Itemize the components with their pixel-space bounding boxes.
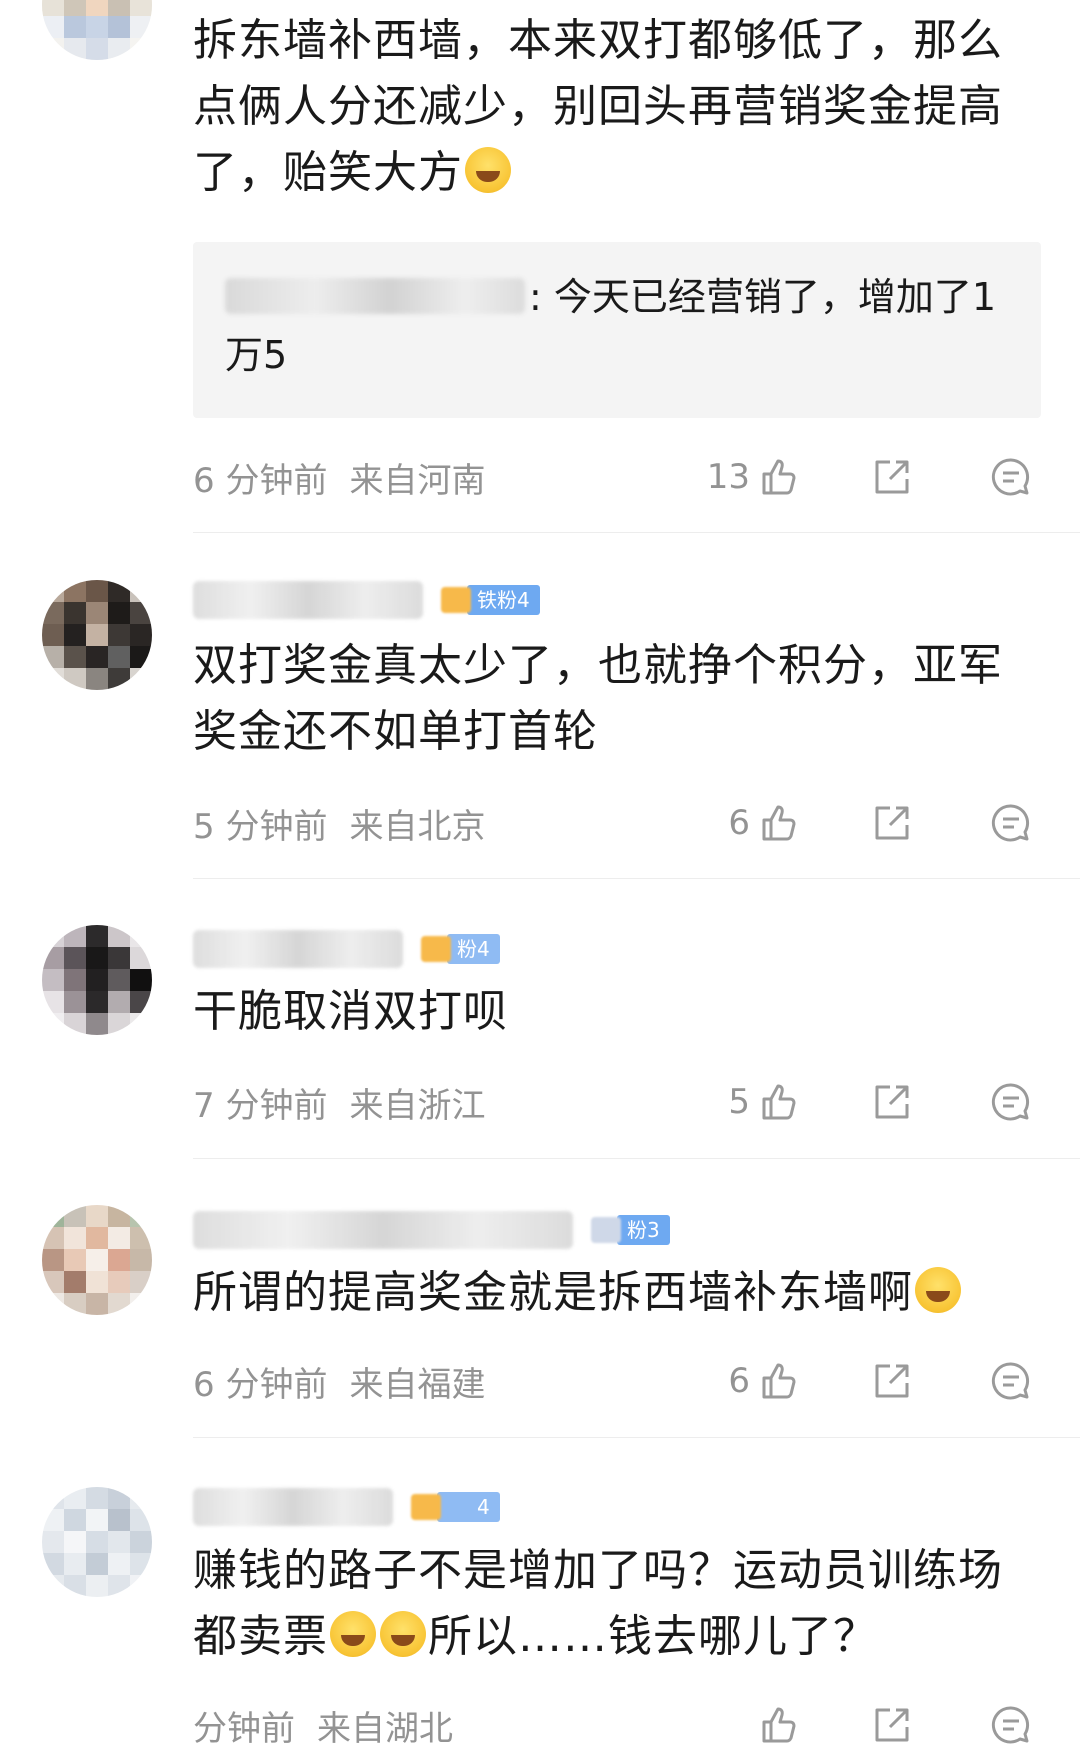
crown-icon xyxy=(591,1217,621,1243)
divider xyxy=(193,1158,1080,1159)
share-icon[interactable] xyxy=(870,1359,914,1403)
thumbs-up-icon[interactable] xyxy=(756,1703,800,1747)
comment-icon[interactable] xyxy=(989,1080,1033,1124)
avatar[interactable] xyxy=(42,0,152,60)
divider xyxy=(193,1437,1080,1438)
comment-actions: 5 xyxy=(728,1077,1033,1127)
comment-location: 来自浙江 xyxy=(349,1085,486,1126)
avatar[interactable] xyxy=(42,1205,152,1315)
reply-box[interactable]: : 今天已经营销了，增加了1万5 xyxy=(193,242,1041,418)
fan-badge-label: 粉4 xyxy=(447,934,500,964)
thumbs-up-icon[interactable] xyxy=(756,1359,800,1403)
reply-username[interactable] xyxy=(225,278,525,314)
fan-badge: 4 xyxy=(411,1492,500,1522)
tears-of-joy-face-icon xyxy=(330,1611,376,1657)
comment-time: 5 分钟前 xyxy=(193,806,328,847)
divider xyxy=(193,532,1080,533)
share-icon[interactable] xyxy=(870,1080,914,1124)
comment-text: 赚钱的路子不是增加了吗？运动员训练场都卖票 所以……钱去哪儿了？ xyxy=(193,1545,1003,1662)
fan-badge-label: 粉3 xyxy=(617,1215,670,1245)
comment-text: 干脆取消双打呗 xyxy=(193,986,508,1037)
fan-badge: 粉4 xyxy=(421,934,500,964)
comment-meta: 分钟前 来自湖北 xyxy=(193,1700,1033,1750)
username[interactable] xyxy=(193,1488,393,1526)
comment-meta: 7 分钟前 来自浙江 5 xyxy=(193,1077,1033,1127)
thumbs-up-icon[interactable] xyxy=(756,1080,800,1124)
username[interactable] xyxy=(193,930,403,968)
thumbs-up-icon[interactable] xyxy=(756,455,800,499)
comment-text: 拆东墙补西墙，本来双打都够低了，那么点俩人分还减少，别回头再营销奖金提高了，贻笑… xyxy=(193,15,1003,198)
username[interactable] xyxy=(193,581,423,619)
username-row: 粉4 xyxy=(193,926,500,972)
grimace-face-icon xyxy=(465,147,511,193)
tears-of-joy-face-icon xyxy=(915,1267,961,1313)
comment-meta: 6 分钟前 来自河南 13 xyxy=(193,452,1033,502)
comment-time: 6 分钟前 xyxy=(193,460,328,501)
comment-location: 来自福建 xyxy=(349,1364,486,1405)
comment-meta: 6 分钟前 来自福建 6 xyxy=(193,1356,1033,1406)
comment-icon[interactable] xyxy=(989,455,1033,499)
fan-badge: 粉3 xyxy=(591,1215,670,1245)
comment-icon[interactable] xyxy=(989,1703,1033,1747)
comment-icon[interactable] xyxy=(989,1359,1033,1403)
comment-time: 6 分钟前 xyxy=(193,1364,328,1405)
share-icon[interactable] xyxy=(870,1703,914,1747)
fan-badge-label: 铁粉4 xyxy=(467,585,540,615)
comment-meta: 5 分钟前 来自北京 6 xyxy=(193,798,1033,848)
username-row: 粉3 xyxy=(193,1207,670,1253)
crown-icon xyxy=(441,587,471,613)
divider xyxy=(193,878,1080,879)
comment-location: 来自北京 xyxy=(349,806,486,847)
comment-icon[interactable] xyxy=(989,801,1033,845)
avatar[interactable] xyxy=(42,580,152,690)
comment-actions: 13 xyxy=(707,452,1033,502)
comment-text: 双打奖金真太少了，也就挣个积分，亚军奖金还不如单打首轮 xyxy=(193,640,1003,757)
comment-actions: 6 xyxy=(728,1356,1033,1406)
comment-text: 所谓的提高奖金就是拆西墙补东墙啊 xyxy=(193,1260,1043,1326)
username-row: 铁粉4 xyxy=(193,577,540,623)
username-row: 4 xyxy=(193,1484,500,1530)
comment-actions: 6 xyxy=(728,798,1033,848)
tears-of-joy-face-icon xyxy=(380,1611,426,1657)
share-icon[interactable] xyxy=(870,801,914,845)
fan-badge: 铁粉4 xyxy=(441,585,540,615)
comment-time: 分钟前 xyxy=(193,1708,295,1749)
comment-time: 7 分钟前 xyxy=(193,1085,328,1126)
comment-location: 来自河南 xyxy=(349,460,486,501)
comment-actions xyxy=(756,1700,1033,1750)
like-count: 13 xyxy=(706,457,750,497)
like-count: 6 xyxy=(728,803,750,843)
username[interactable] xyxy=(193,1211,573,1249)
avatar[interactable] xyxy=(42,925,152,1035)
like-count: 6 xyxy=(728,1361,750,1401)
avatar[interactable] xyxy=(42,1487,152,1597)
share-icon[interactable] xyxy=(870,455,914,499)
comment-location: 来自湖北 xyxy=(317,1708,453,1749)
like-count: 5 xyxy=(728,1082,750,1122)
crown-icon xyxy=(411,1494,441,1520)
crown-icon xyxy=(421,936,451,962)
fan-badge-label: 4 xyxy=(437,1492,500,1522)
thumbs-up-icon[interactable] xyxy=(756,801,800,845)
